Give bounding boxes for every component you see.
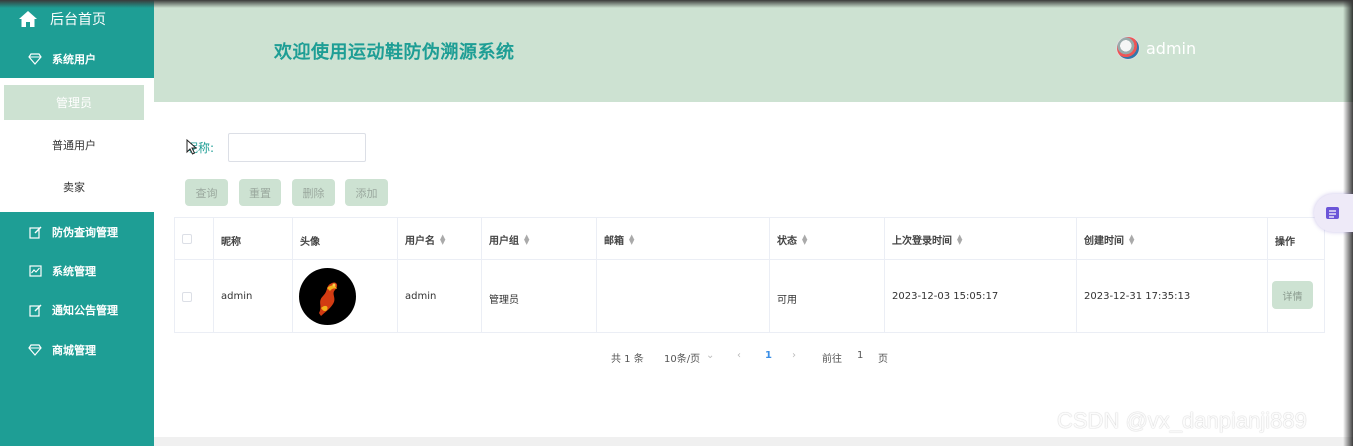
diamond-icon (28, 52, 42, 66)
submenu-item-label: 管理员 (55, 96, 92, 110)
sidebar-item-label: 防伪查询管理 (52, 226, 118, 239)
table-col-divider (292, 217, 293, 333)
sort-icon[interactable]: ▲ ▼ (957, 233, 962, 245)
edit-icon (28, 225, 42, 239)
column-header-username[interactable]: 用户名 ▲ ▼ (405, 232, 445, 247)
avatar (1116, 36, 1140, 60)
goto-page-input[interactable]: 1 (857, 350, 863, 361)
user-menu[interactable]: admin (1116, 36, 1196, 60)
sidebar: 后台首页 系统用户 管理员 普通用户 卖家 防伪查询管理 系统管理 通知公告管理… (0, 0, 154, 446)
next-page-icon[interactable]: › (792, 350, 796, 361)
dragon-logo-icon (319, 282, 338, 316)
sidebar-item-anti-fake-query[interactable]: 防伪查询管理 (0, 213, 154, 251)
sort-icon[interactable]: ▲ ▼ (524, 233, 529, 245)
sidebar-item-label: 商城管理 (52, 344, 96, 357)
detail-button[interactable]: 详情 (1272, 281, 1313, 309)
goto-label: 前往 (822, 354, 842, 365)
content-footer-strip (154, 437, 1353, 446)
column-header-label: 状态 (777, 236, 797, 247)
page-header: 欢迎使用运动鞋防伪溯源系统 admin (154, 0, 1353, 102)
username-label: admin (1146, 38, 1197, 58)
chevron-down-icon[interactable]: ⌄ (706, 350, 714, 361)
page-size-select[interactable]: 10条/页 (664, 350, 700, 365)
sidebar-item-notice-management[interactable]: 通知公告管理 (0, 291, 154, 329)
table-col-divider (1076, 217, 1077, 333)
edit-icon (28, 303, 42, 317)
sidebar-item-label: 系统管理 (52, 265, 96, 278)
sidebar-item-label: 通知公告管理 (52, 304, 118, 317)
cell-status: 可用 (777, 295, 797, 306)
user-avatar-image (299, 268, 356, 325)
column-header-label: 上次登录时间 (892, 236, 952, 247)
nickname-search-input[interactable] (228, 133, 366, 162)
table-col-divider (769, 217, 770, 333)
floating-assistant-widget[interactable] (1314, 194, 1353, 232)
prev-page-icon[interactable]: ‹ (737, 350, 741, 361)
column-header-status[interactable]: 状态 ▲ ▼ (777, 232, 807, 247)
table-col-divider (884, 217, 885, 333)
reset-button[interactable]: 重置 (239, 179, 281, 206)
column-header-group[interactable]: 用户组 ▲ ▼ (489, 232, 529, 247)
column-header-label: 用户组 (489, 236, 519, 247)
page-number-current[interactable]: 1 (765, 350, 772, 361)
column-header-email[interactable]: 邮箱 ▲ ▼ (604, 232, 634, 247)
page-title: 欢迎使用运动鞋防伪溯源系统 (274, 42, 515, 63)
cell-created: 2023-12-31 17:35:13 (1084, 291, 1191, 302)
column-header-avatar: 头像 (300, 237, 320, 248)
mouse-cursor-icon (186, 139, 197, 155)
cell-last-login: 2023-12-03 15:05:17 (892, 291, 999, 302)
table-col-divider (481, 217, 482, 333)
sort-icon[interactable]: ▲ ▼ (802, 233, 807, 245)
sort-icon[interactable]: ▲ ▼ (1129, 233, 1134, 245)
select-all-checkbox[interactable] (182, 234, 192, 244)
column-header-last-login[interactable]: 上次登录时间 ▲ ▼ (892, 232, 962, 247)
query-button[interactable]: 查询 (185, 179, 228, 206)
row-checkbox[interactable] (182, 292, 192, 302)
sidebar-item-mall-management[interactable]: 商城管理 (0, 331, 154, 369)
cell-group: 管理员 (489, 295, 519, 306)
submenu-item-label: 普通用户 (52, 138, 96, 152)
add-button[interactable]: 添加 (345, 179, 388, 206)
cell-nickname: admin (221, 291, 253, 302)
page-suffix-label: 页 (878, 354, 888, 365)
sidebar-submenu: 管理员 普通用户 卖家 (0, 78, 154, 212)
window-top-shadow (0, 0, 1353, 8)
table-col-divider (213, 217, 214, 333)
table-col-divider (397, 217, 398, 333)
submenu-item-admin[interactable]: 管理员 (4, 85, 144, 120)
submenu-item-sellers[interactable]: 卖家 (4, 169, 144, 204)
watermark-text: CSDN @vx_danpianji889 (1057, 408, 1307, 433)
submenu-item-normal-users[interactable]: 普通用户 (4, 127, 144, 162)
delete-button[interactable]: 删除 (292, 179, 335, 206)
column-header-actions: 操作 (1275, 237, 1295, 248)
column-header-label: 用户名 (405, 236, 435, 247)
sidebar-item-system-users[interactable]: 系统用户 (0, 40, 154, 78)
table-col-divider (596, 217, 597, 333)
cell-username: admin (405, 291, 437, 302)
chart-icon (28, 264, 42, 278)
column-header-nickname: 昵称 (221, 237, 241, 248)
diamond-icon (28, 343, 42, 357)
table-header-divider (174, 259, 1325, 260)
pagination-total: 共 1 条 (611, 354, 644, 365)
table-col-divider (1267, 217, 1268, 333)
column-header-label: 邮箱 (604, 236, 624, 247)
sort-icon[interactable]: ▲ ▼ (440, 233, 445, 245)
sort-icon[interactable]: ▲ ▼ (629, 233, 634, 245)
column-header-created[interactable]: 创建时间 ▲ ▼ (1084, 232, 1134, 247)
sidebar-home-label: 后台首页 (50, 12, 106, 28)
sidebar-item-label: 系统用户 (52, 53, 96, 66)
home-icon (19, 11, 37, 27)
column-header-label: 创建时间 (1084, 236, 1124, 247)
document-icon (1326, 207, 1339, 219)
submenu-item-label: 卖家 (63, 180, 85, 194)
sidebar-item-system-management[interactable]: 系统管理 (0, 252, 154, 290)
